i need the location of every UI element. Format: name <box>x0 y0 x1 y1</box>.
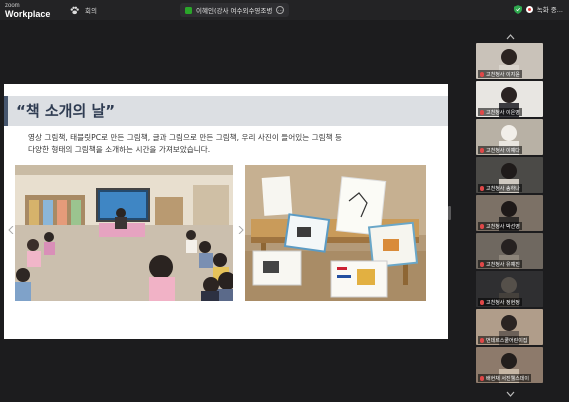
mic-muted-icon <box>480 147 484 153</box>
share-screen-icon <box>185 6 192 14</box>
books-photo <box>245 165 426 301</box>
paw-icon <box>70 6 79 14</box>
slide-title: “책 소개의 날” <box>16 102 116 120</box>
logo-bottom-text: Workplace <box>5 9 51 19</box>
participant-name: 고천청사 이지윤 <box>478 70 522 78</box>
chevron-down-icon[interactable] <box>506 391 515 397</box>
classroom-photo <box>15 165 233 301</box>
meeting-tab[interactable]: 회의 <box>70 3 97 17</box>
shield-icon <box>513 4 522 14</box>
mic-muted-icon <box>480 261 484 267</box>
app-logo: zoom Workplace <box>5 2 51 19</box>
participant-tile[interactable]: 번데르스쿨어린이집 <box>476 309 543 345</box>
screen-share-indicator[interactable]: 이혜인(강사 여수외수영조병 … <box>180 3 290 17</box>
participant-name: 고천청사 박선영 <box>478 222 522 230</box>
chevron-left-icon[interactable] <box>8 226 14 234</box>
record-icon <box>525 5 533 13</box>
participant-tile[interactable]: 고천청사 송하나 <box>476 157 543 193</box>
meeting-label: 회의 <box>85 7 97 15</box>
participant-tile[interactable]: 고천청사 이지윤 <box>476 43 543 79</box>
shared-slide: “책 소개의 날” 영상 그림책, 태블릿PC로 만든 그림책, 글과 그림으로… <box>4 84 448 339</box>
participant-name: 번데르스쿨어린이집 <box>478 336 530 344</box>
mic-muted-icon <box>480 71 484 77</box>
participant-name: 고천청사 이예다 <box>478 146 522 154</box>
desc-line-1: 영상 그림책, 태블릿PC로 만든 그림책, 글과 그림으로 만든 그림책, 우… <box>28 133 342 142</box>
desc-line-2: 다양한 형태의 그림책을 소개하는 시간을 가져보았습니다. <box>28 145 211 154</box>
mic-muted-icon <box>480 223 484 229</box>
participant-name: 고천청사 송하나 <box>478 184 522 192</box>
mic-muted-icon <box>480 375 484 381</box>
participant-name: 고천청사 유예진 <box>478 260 522 268</box>
recording-status[interactable]: 녹화 중... <box>513 4 563 14</box>
mic-muted-icon <box>480 337 484 343</box>
participant-tile[interactable]: 고천청사 이은영 <box>476 81 543 117</box>
participant-tile[interactable]: 고천청사 이예다 <box>476 119 543 155</box>
resize-handle[interactable] <box>448 206 451 220</box>
participant-tile[interactable]: 고천청사 정현정 <box>476 271 543 307</box>
mic-muted-icon <box>480 299 484 305</box>
participant-name: 고천청사 이은영 <box>478 108 522 116</box>
mic-muted-icon <box>480 185 484 191</box>
slide-description: 영상 그림책, 태블릿PC로 만든 그림책, 글과 그림으로 만든 그림책, 우… <box>28 132 428 156</box>
participant-name: 고천청사 정현정 <box>478 298 522 306</box>
recording-label: 녹화 중... <box>536 6 563 14</box>
more-icon[interactable]: … <box>276 6 285 14</box>
participant-tile[interactable]: 배현채 서진웰스데이 <box>476 347 543 383</box>
share-label: 이혜인(강사 여수외수영조병 <box>196 7 273 15</box>
top-bar: zoom Workplace 회의 이혜인(강사 여수외수영조병 … 녹화 중.… <box>0 0 569 20</box>
chevron-up-icon[interactable] <box>506 34 515 40</box>
participant-tile[interactable]: 고천청사 박선영 <box>476 195 543 231</box>
participant-name: 배현채 서진웰스데이 <box>478 374 531 382</box>
chevron-right-icon[interactable] <box>238 226 244 234</box>
mic-muted-icon <box>480 109 484 115</box>
participant-tile[interactable]: 고천청사 유예진 <box>476 233 543 269</box>
